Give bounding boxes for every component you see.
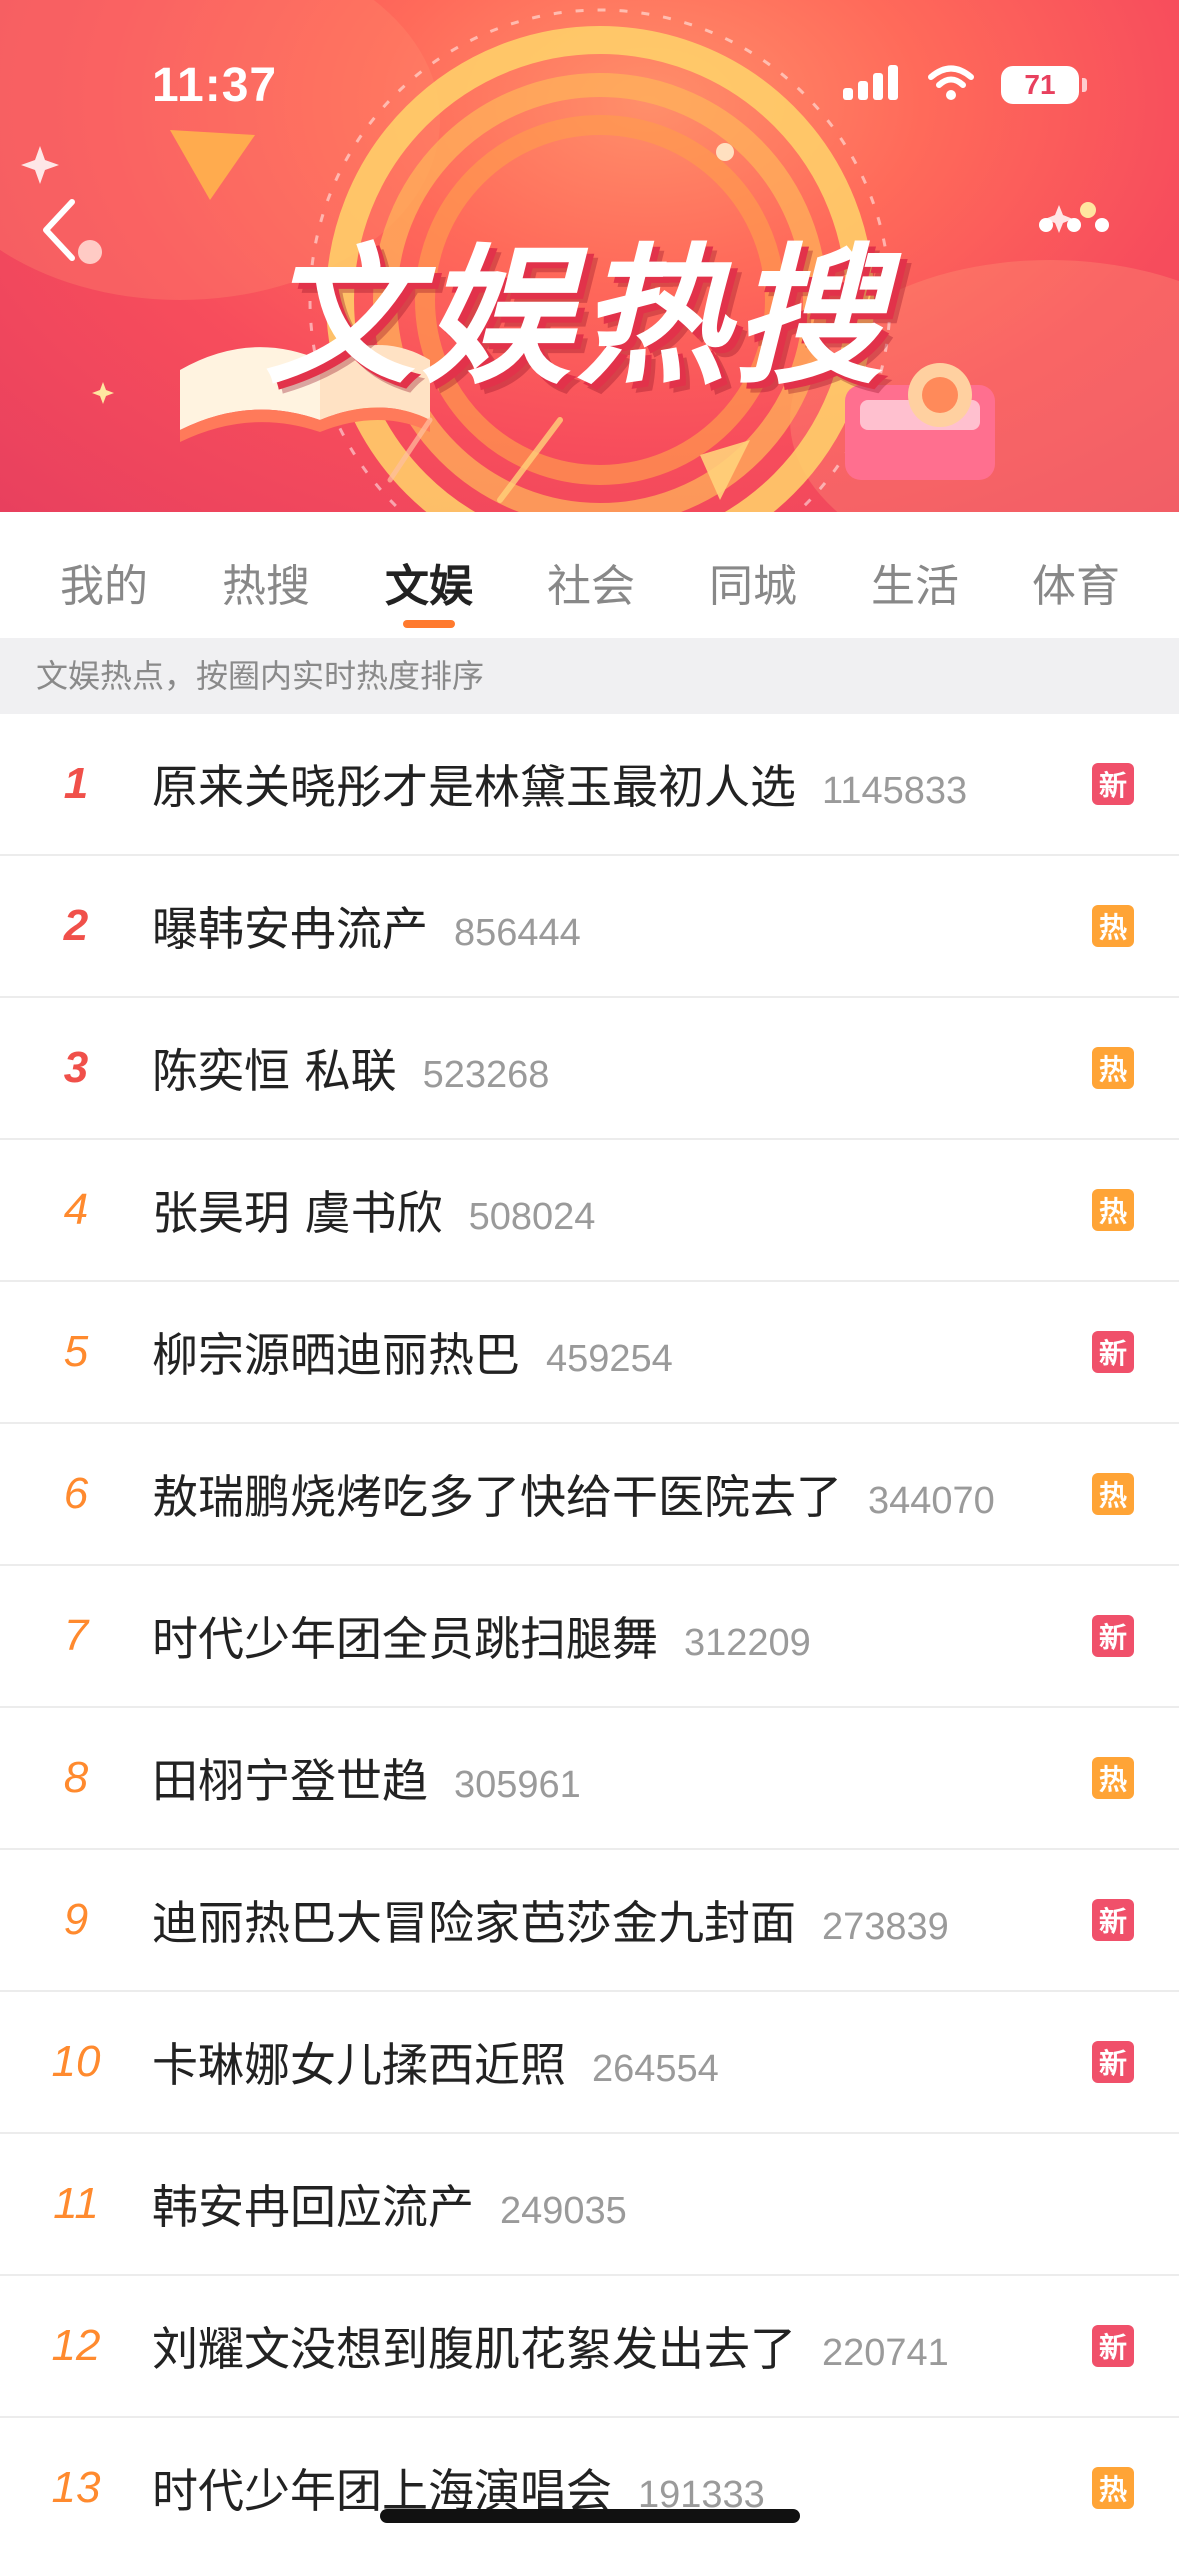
- item-text: 曝韩安冉流产 856444: [152, 893, 581, 959]
- item-text: 迪丽热巴大冒险家芭莎金九封面 273839: [152, 1887, 949, 1953]
- list-item[interactable]: 9 迪丽热巴大冒险家芭莎金九封面 273839 新: [0, 1850, 1179, 1992]
- rank-number: 1: [63, 759, 89, 808]
- wifi-icon: [927, 64, 975, 106]
- item-title[interactable]: 敖瑞鹏烧烤吃多了快给干医院去了: [152, 1461, 842, 1527]
- list-item[interactable]: 4 张昊玥 虞书欣 508024 热: [0, 1140, 1179, 1282]
- rank-number: 13: [51, 2463, 101, 2512]
- hot-search-list: 1 原来关晓彤才是林黛玉最初人选 1145833 新 2 曝韩安冉流产 856444 热 3 陈奕…: [0, 714, 1179, 2556]
- rank-number: 2: [63, 901, 89, 950]
- new-badge: 新: [1092, 763, 1134, 805]
- item-title[interactable]: 田栩宁登世趋: [152, 1745, 428, 1811]
- tab-society[interactable]: 社会: [531, 550, 651, 614]
- new-badge: 新: [1092, 1331, 1134, 1373]
- hot-badge: 热: [1092, 1189, 1134, 1231]
- hot-badge: 热: [1092, 1047, 1134, 1089]
- rank-number: 5: [63, 1327, 89, 1376]
- item-title[interactable]: 原来关晓彤才是林黛玉最初人选: [152, 751, 796, 817]
- back-button[interactable]: [28, 190, 88, 270]
- battery-level: 71: [1024, 69, 1056, 100]
- tab-sports[interactable]: 体育: [1016, 550, 1136, 614]
- rank-number: 12: [51, 2321, 101, 2370]
- new-badge: 新: [1092, 1899, 1134, 1941]
- item-text: 陈奕恒 私联 523268: [152, 1035, 549, 1101]
- item-title[interactable]: 曝韩安冉流产: [152, 893, 428, 959]
- item-text: 韩安冉回应流产 249035: [152, 2171, 627, 2237]
- new-badge: 新: [1092, 2041, 1134, 2083]
- item-text: 敖瑞鹏烧烤吃多了快给干医院去了 344070: [152, 1461, 995, 1527]
- hot-badge: 热: [1092, 1757, 1134, 1799]
- item-text: 柳宗源晒迪丽热巴 459254: [152, 1319, 673, 1385]
- signal-icon: [843, 64, 901, 106]
- heat-count: 856444: [454, 912, 581, 954]
- tab-local[interactable]: 同城: [693, 550, 813, 614]
- item-text: 原来关晓彤才是林黛玉最初人选 1145833: [152, 751, 967, 817]
- tab-hot-search[interactable]: 热搜: [206, 550, 326, 614]
- item-title[interactable]: 时代少年团全员跳扫腿舞: [152, 1603, 658, 1669]
- rank-number: 3: [63, 1043, 89, 1092]
- list-item[interactable]: 5 柳宗源晒迪丽热巴 459254 新: [0, 1282, 1179, 1424]
- list-hint: 文娱热点，按圈内实时热度排序: [0, 638, 1179, 714]
- item-title[interactable]: 刘耀文没想到腹肌花絮发出去了: [152, 2313, 796, 2379]
- list-item[interactable]: 7 时代少年团全员跳扫腿舞 312209 新: [0, 1566, 1179, 1708]
- heat-count: 344070: [868, 1480, 995, 1522]
- new-badge: 新: [1092, 1615, 1134, 1657]
- item-text: 刘耀文没想到腹肌花絮发出去了 220741: [152, 2313, 949, 2379]
- tab-life[interactable]: 生活: [855, 550, 975, 614]
- heat-count: 249035: [500, 2190, 627, 2232]
- item-title[interactable]: 韩安冉回应流产: [152, 2171, 474, 2237]
- heat-count: 220741: [822, 2332, 949, 2374]
- rank-number: 11: [53, 2179, 99, 2228]
- more-dots-icon: [1039, 218, 1109, 232]
- list-item[interactable]: 10 卡琳娜女儿揉西近照 264554 新: [0, 1992, 1179, 2134]
- list-item[interactable]: 3 陈奕恒 私联 523268 热: [0, 998, 1179, 1140]
- tab-mine[interactable]: 我的: [44, 550, 164, 614]
- heat-count: 1145833: [822, 770, 968, 812]
- item-title[interactable]: 柳宗源晒迪丽热巴: [152, 1319, 520, 1385]
- item-text: 时代少年团全员跳扫腿舞 312209: [152, 1603, 811, 1669]
- item-title[interactable]: 张昊玥 虞书欣: [152, 1177, 443, 1243]
- new-badge: 新: [1092, 2325, 1134, 2367]
- item-text: 田栩宁登世趋 305961: [152, 1745, 581, 1811]
- list-item[interactable]: 12 刘耀文没想到腹肌花絮发出去了 220741 新: [0, 2276, 1179, 2418]
- status-icons: 71: [843, 64, 1087, 106]
- tab-entertainment[interactable]: 文娱: [369, 550, 489, 614]
- list-item[interactable]: 11 韩安冉回应流产 249035: [0, 2134, 1179, 2276]
- home-indicator[interactable]: [380, 2509, 800, 2523]
- rank-number: 8: [63, 1753, 89, 1802]
- hot-badge: 热: [1092, 905, 1134, 947]
- heat-count: 312209: [684, 1622, 811, 1664]
- rank-number: 9: [63, 1895, 89, 1944]
- heat-count: 508024: [468, 1196, 596, 1238]
- status-time: 11:37: [152, 59, 278, 112]
- item-title[interactable]: 卡琳娜女儿揉西近照: [152, 2029, 566, 2095]
- rank-number: 4: [63, 1185, 89, 1234]
- list-item[interactable]: 2 曝韩安冉流产 856444 热: [0, 856, 1179, 998]
- heat-count: 305961: [454, 1764, 581, 1806]
- list-item[interactable]: 8 田栩宁登世趋 305961 热: [0, 1708, 1179, 1850]
- item-text: 张昊玥 虞书欣 508024: [152, 1177, 595, 1243]
- heat-count: 264554: [592, 2048, 719, 2090]
- more-button[interactable]: [1039, 200, 1139, 250]
- list-item[interactable]: 1 原来关晓彤才是林黛玉最初人选 1145833 新: [0, 714, 1179, 856]
- active-tab-indicator: [403, 620, 455, 628]
- list-item[interactable]: 13 时代少年团上海演唱会 191333 热: [0, 2418, 1179, 2556]
- rank-number: 7: [63, 1611, 89, 1660]
- battery-icon: 71: [1001, 66, 1087, 104]
- page-title: 文娱热搜: [265, 231, 890, 405]
- item-title[interactable]: 陈奕恒 私联: [152, 1035, 397, 1101]
- hot-badge: 热: [1092, 2467, 1134, 2509]
- rank-number: 6: [63, 1469, 89, 1518]
- item-title[interactable]: 迪丽热巴大冒险家芭莎金九封面: [152, 1887, 796, 1953]
- rank-number: 10: [51, 2037, 101, 2086]
- hot-badge: 热: [1092, 1473, 1134, 1515]
- category-tabs: 我的 热搜 文娱 社会 同城 生活 体育: [0, 512, 1179, 638]
- list-item[interactable]: 6 敖瑞鹏烧烤吃多了快给干医院去了 344070 热: [0, 1424, 1179, 1566]
- chevron-left-icon: [43, 199, 75, 261]
- heat-count: 273839: [822, 1906, 949, 1948]
- item-text: 卡琳娜女儿揉西近照 264554: [152, 2029, 719, 2095]
- heat-count: 459254: [546, 1338, 673, 1380]
- heat-count: 523268: [422, 1054, 550, 1096]
- header-banner: 11:37 71 文娱热搜: [0, 0, 1179, 512]
